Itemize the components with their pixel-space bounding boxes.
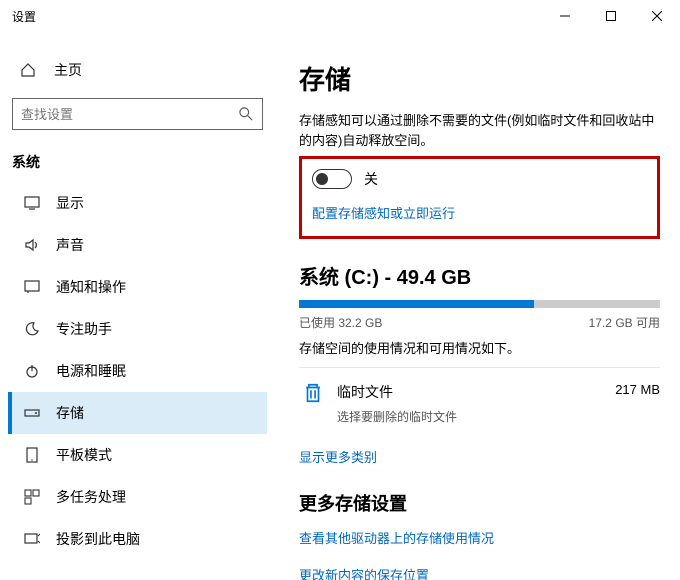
search-input-wrap[interactable] [12,98,263,130]
search-input[interactable] [13,107,230,122]
power-icon [22,363,42,379]
nav-label: 存储 [56,403,84,423]
nav-multitasking[interactable]: 多任务处理 [8,476,267,518]
home-label: 主页 [54,60,82,80]
show-more-categories-link[interactable]: 显示更多类别 [299,447,660,466]
close-button[interactable] [634,0,680,32]
multitask-icon [22,489,42,505]
window-title: 设置 [12,8,36,25]
category-desc: 选择要删除的临时文件 [337,408,615,425]
nav-storage[interactable]: 存储 [8,392,267,434]
nav-label: 投影到此电脑 [56,529,140,549]
nav-label: 显示 [56,193,84,213]
usage-bar [299,300,660,308]
trash-icon [299,382,327,404]
free-label: 17.2 GB 可用 [589,314,660,331]
change-save-location-link[interactable]: 更改新内容的保存位置 [299,565,660,580]
maximize-button[interactable] [588,0,634,32]
usage-bar-used [299,300,534,308]
nav-label: 专注助手 [56,319,112,339]
toggle-knob [316,173,328,185]
section-title: 系统 [8,134,267,182]
tablet-icon [22,447,42,463]
nav-tablet-mode[interactable]: 平板模式 [8,434,267,476]
home-icon [20,62,40,78]
usage-bar-free [534,300,660,308]
message-icon [22,279,42,295]
project-icon [22,531,42,547]
nav-power-sleep[interactable]: 电源和睡眠 [8,350,267,392]
category-row[interactable]: 临时文件 选择要删除的临时文件 217 MB [299,367,660,435]
nav-label: 平板模式 [56,445,112,465]
moon-icon [22,321,42,337]
drive-icon [22,405,42,421]
category-name: 临时文件 [337,382,615,402]
display-icon [22,195,42,211]
search-icon [230,107,262,121]
nav-label: 电源和睡眠 [56,361,126,381]
page-title: 存储 [299,60,660,97]
more-storage-heading: 更多存储设置 [299,490,660,516]
nav-label: 声音 [56,235,84,255]
storage-sense-toggle[interactable] [312,169,352,189]
highlighted-section: 关 配置存储感知或立即运行 [299,156,660,239]
home-button[interactable]: 主页 [8,52,267,88]
drive-title: 系统 (C:) - 49.4 GB [299,261,660,290]
nav-sound[interactable]: 声音 [8,224,267,266]
nav-label: 多任务处理 [56,487,126,507]
speaker-icon [22,237,42,253]
category-size: 217 MB [615,382,660,397]
other-drives-link[interactable]: 查看其他驱动器上的存储使用情况 [299,528,660,547]
used-label: 已使用 32.2 GB [299,314,382,331]
nav-display[interactable]: 显示 [8,182,267,224]
minimize-button[interactable] [542,0,588,32]
nav-notifications[interactable]: 通知和操作 [8,266,267,308]
usage-hint: 存储空间的使用情况和可用情况如下。 [299,339,660,359]
nav-focus-assist[interactable]: 专注助手 [8,308,267,350]
nav-label: 通知和操作 [56,277,126,297]
storage-sense-description: 存储感知可以通过删除不需要的文件(例如临时文件和回收站中的内容)自动释放空间。 [299,111,660,150]
configure-storage-sense-link[interactable]: 配置存储感知或立即运行 [312,203,647,222]
nav-projecting[interactable]: 投影到此电脑 [8,518,267,560]
toggle-state-label: 关 [364,169,378,189]
